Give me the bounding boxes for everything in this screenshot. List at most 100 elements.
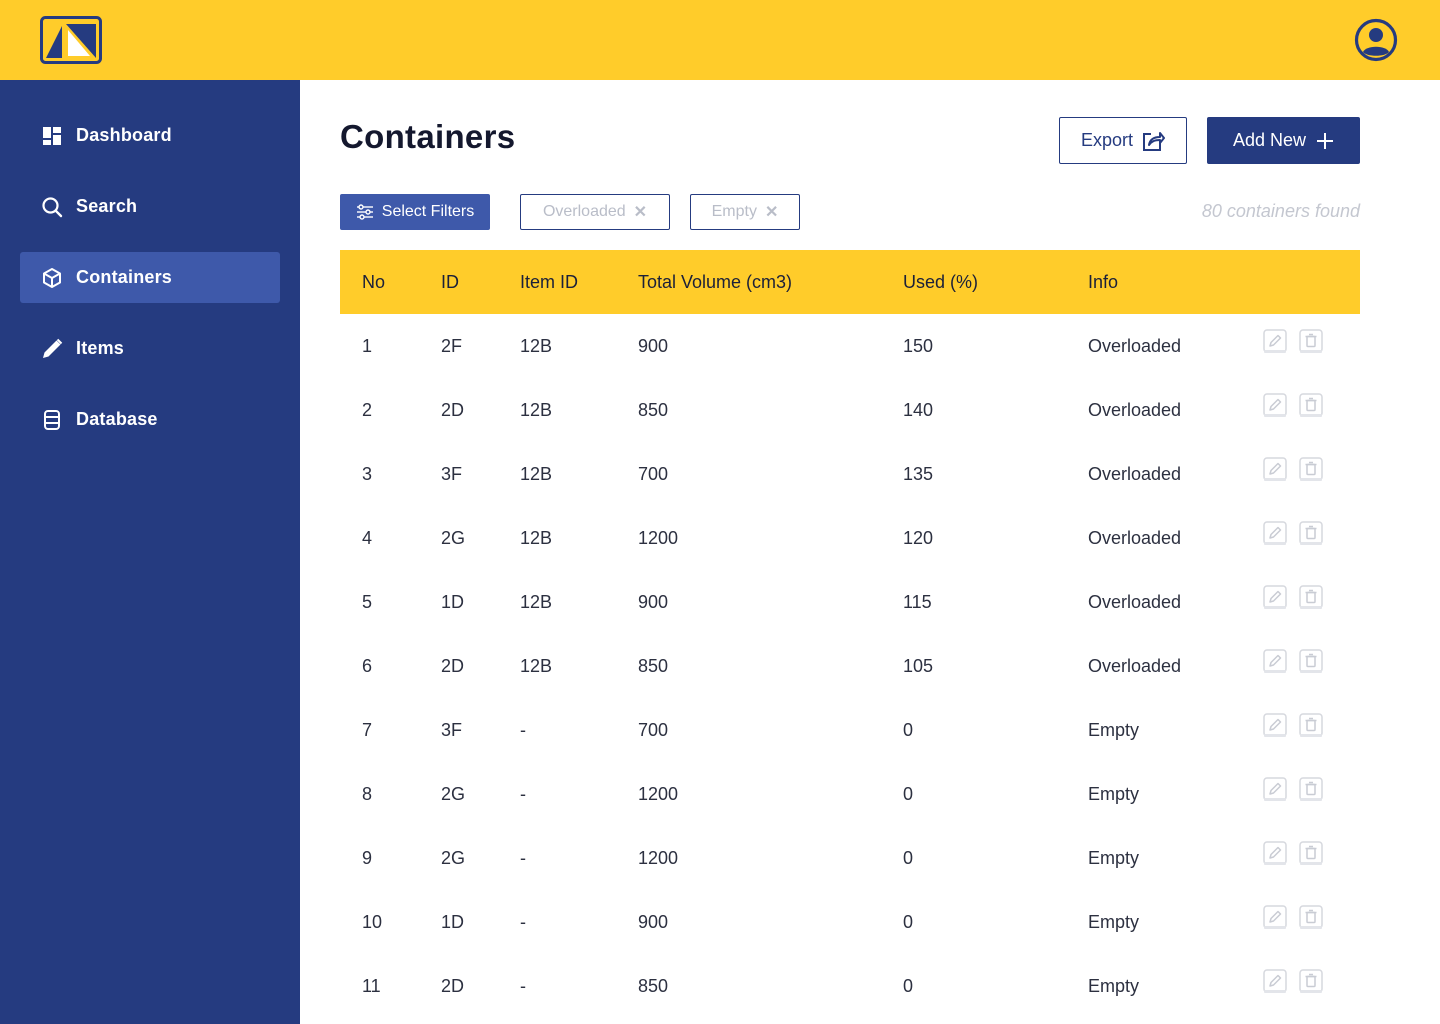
table-row[interactable]: 10 1D - 900 0 Empty bbox=[340, 890, 1360, 954]
cell-used: 0 bbox=[903, 720, 914, 740]
cell-item-id: 12B bbox=[520, 400, 553, 420]
edit-icon[interactable] bbox=[1263, 713, 1287, 739]
cell-used: 0 bbox=[903, 976, 914, 996]
cell-total-volume: 900 bbox=[638, 336, 669, 356]
cell-item-id: 12B bbox=[520, 336, 553, 356]
table-row[interactable]: 4 2G 12B 1200 120 Overloaded bbox=[340, 506, 1360, 570]
cell-id: 2D bbox=[441, 400, 465, 420]
column-header-total-volume[interactable]: Total Volume (cm3) bbox=[638, 272, 792, 293]
sidebar-item-search[interactable]: Search bbox=[20, 181, 280, 232]
cell-item-id: - bbox=[520, 976, 526, 996]
table-row[interactable]: 11 2D - 850 0 Empty bbox=[340, 954, 1360, 1018]
cell-id: 3F bbox=[441, 720, 463, 740]
cell-info: Overloaded bbox=[1088, 336, 1182, 356]
trash-icon[interactable] bbox=[1299, 905, 1323, 931]
edit-icon[interactable] bbox=[1263, 457, 1287, 483]
cell-used: 135 bbox=[903, 464, 934, 484]
edit-icon[interactable] bbox=[1263, 777, 1287, 803]
cell-info: Overloaded bbox=[1088, 400, 1182, 420]
table-row[interactable]: 3 3F 12B 700 135 Overloaded bbox=[340, 442, 1360, 506]
table-header: No ID Item ID Total Volume (cm3) Used (%… bbox=[340, 250, 1360, 314]
table-row[interactable]: 8 2G - 1200 0 Empty bbox=[340, 762, 1360, 826]
edit-icon[interactable] bbox=[1263, 585, 1287, 611]
cell-no: 10 bbox=[362, 912, 383, 932]
cell-used: 0 bbox=[903, 784, 914, 804]
filter-chip-empty[interactable]: Empty ✕ bbox=[690, 194, 800, 230]
table-row[interactable]: 7 3F - 700 0 Empty bbox=[340, 698, 1360, 762]
column-header-used[interactable]: Used (%) bbox=[903, 272, 978, 293]
cell-item-id: 12B bbox=[520, 464, 553, 484]
cell-no: 1 bbox=[362, 336, 373, 356]
cell-total-volume: 900 bbox=[638, 912, 669, 932]
trash-icon[interactable] bbox=[1299, 777, 1323, 803]
trash-icon[interactable] bbox=[1299, 841, 1323, 867]
cell-id: 2G bbox=[441, 784, 466, 804]
table-row[interactable]: 1 2F 12B 900 150 Overloaded bbox=[340, 314, 1360, 378]
sidebar-item-dashboard[interactable]: Dashboard bbox=[20, 110, 280, 161]
cell-total-volume: 700 bbox=[638, 720, 669, 740]
table-row[interactable]: 5 1D 12B 900 115 Overloaded bbox=[340, 570, 1360, 634]
cell-used: 105 bbox=[903, 656, 934, 676]
dashboard-icon bbox=[40, 124, 64, 148]
sidebar-item-items[interactable]: Items bbox=[20, 323, 280, 374]
cell-no: 7 bbox=[362, 720, 373, 740]
cell-total-volume: 850 bbox=[638, 656, 669, 676]
plus-icon bbox=[1317, 132, 1334, 149]
cell-id: 1D bbox=[441, 592, 465, 612]
cell-info: Overloaded bbox=[1088, 464, 1182, 484]
trash-icon[interactable] bbox=[1299, 457, 1323, 483]
add-new-button[interactable]: Add New bbox=[1207, 117, 1360, 164]
select-filters-label: Select Filters bbox=[381, 203, 475, 220]
cell-used: 140 bbox=[903, 400, 934, 420]
trash-icon[interactable] bbox=[1299, 329, 1323, 355]
top-bar bbox=[0, 0, 1440, 80]
cell-no: 2 bbox=[362, 400, 373, 420]
sidebar-item-containers[interactable]: Containers bbox=[20, 252, 280, 303]
edit-icon[interactable] bbox=[1263, 649, 1287, 675]
column-header-info[interactable]: Info bbox=[1088, 272, 1118, 293]
cell-used: 120 bbox=[903, 528, 934, 548]
cell-item-id: - bbox=[520, 720, 526, 740]
trash-icon[interactable] bbox=[1299, 969, 1323, 995]
cell-total-volume: 1200 bbox=[638, 784, 679, 804]
table-row[interactable]: 2 2D 12B 850 140 Overloaded bbox=[340, 378, 1360, 442]
edit-icon[interactable] bbox=[1263, 905, 1287, 931]
filter-chip-label: Overloaded bbox=[542, 203, 626, 220]
cell-no: 9 bbox=[362, 848, 373, 868]
cell-info: Empty bbox=[1088, 912, 1140, 932]
sidebar-item-database[interactable]: Database bbox=[20, 394, 280, 445]
cell-item-id: - bbox=[520, 912, 526, 932]
close-icon[interactable]: ✕ bbox=[634, 202, 647, 222]
cell-id: 3F bbox=[441, 464, 463, 484]
cell-info: Empty bbox=[1088, 720, 1140, 740]
column-header-id[interactable]: ID bbox=[441, 272, 459, 293]
edit-icon[interactable] bbox=[1263, 521, 1287, 547]
column-header-item-id[interactable]: Item ID bbox=[520, 272, 578, 293]
edit-icon[interactable] bbox=[1263, 969, 1287, 995]
edit-icon[interactable] bbox=[1263, 841, 1287, 867]
trash-icon[interactable] bbox=[1299, 649, 1323, 675]
column-header-no[interactable]: No bbox=[362, 272, 385, 293]
close-icon[interactable]: ✕ bbox=[765, 202, 778, 222]
cell-info: Empty bbox=[1088, 784, 1140, 804]
cell-id: 1D bbox=[441, 912, 465, 932]
brand-logo-icon[interactable] bbox=[40, 16, 102, 64]
search-icon bbox=[40, 195, 64, 219]
edit-icon[interactable] bbox=[1263, 393, 1287, 419]
edit-icon[interactable] bbox=[1263, 329, 1287, 355]
trash-icon[interactable] bbox=[1299, 713, 1323, 739]
page-title: Containers bbox=[340, 118, 516, 155]
table-row[interactable]: 6 2D 12B 850 105 Overloaded bbox=[340, 634, 1360, 698]
filter-chip-overloaded[interactable]: Overloaded ✕ bbox=[520, 194, 670, 230]
trash-icon[interactable] bbox=[1299, 521, 1323, 547]
user-profile-icon[interactable] bbox=[1354, 18, 1398, 62]
trash-icon[interactable] bbox=[1299, 393, 1323, 419]
export-button[interactable]: Export bbox=[1059, 117, 1187, 164]
table-row[interactable]: 9 2G - 1200 0 Empty bbox=[340, 826, 1360, 890]
select-filters-button[interactable]: Select Filters bbox=[340, 194, 490, 230]
trash-icon[interactable] bbox=[1299, 585, 1323, 611]
cell-no: 11 bbox=[362, 976, 381, 996]
cell-used: 0 bbox=[903, 848, 914, 868]
cell-total-volume: 1200 bbox=[638, 528, 679, 548]
cell-info: Overloaded bbox=[1088, 528, 1182, 548]
